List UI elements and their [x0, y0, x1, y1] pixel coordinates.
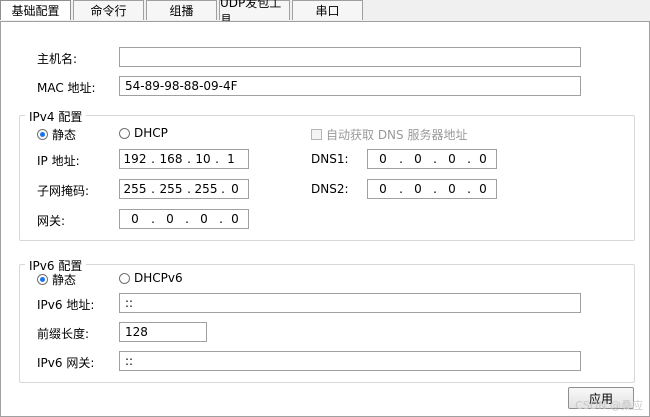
gw-octet-2: 0: [166, 212, 174, 226]
subnet-mask-label: 子网掩码:: [37, 184, 90, 198]
ip-octet-1: 192: [123, 152, 147, 166]
ipv4-legend: IPv4 配置: [25, 108, 87, 125]
ipv4-dhcp-radio[interactable]: DHCP: [119, 126, 168, 140]
dns1-input[interactable]: 0. 0. 0. 0: [367, 149, 497, 169]
ip-octet-2: 168: [159, 152, 183, 166]
ipv6-dhcp-radio[interactable]: DHCPv6: [119, 271, 183, 285]
hostname-input[interactable]: [119, 47, 581, 67]
ipv6-gateway-label: IPv6 网关:: [37, 356, 95, 370]
dns1-octet-3: 0: [448, 152, 456, 166]
ipv6-static-label: 静态: [52, 273, 77, 287]
ip-address-input[interactable]: 192. 168. 10. 1: [119, 149, 249, 169]
auto-dns-checkbox[interactable]: 自动获取 DNS 服务器地址: [311, 126, 467, 143]
tab-multicast[interactable]: 组播: [146, 0, 217, 20]
ipv6-gateway-input[interactable]: ::: [119, 351, 581, 371]
ip-octet-4: 1: [227, 152, 235, 166]
radio-selected-icon: [37, 274, 48, 285]
radio-unselected-icon: [119, 127, 130, 139]
radio-selected-icon: [37, 129, 48, 140]
mac-label: MAC 地址:: [37, 81, 96, 95]
ipv4-static-radio[interactable]: 静态: [37, 126, 76, 143]
hostname-label: 主机名:: [37, 52, 78, 66]
tab-serial-port[interactable]: 串口: [292, 0, 363, 20]
dns1-octet-1: 0: [379, 152, 387, 166]
ipv6-static-radio[interactable]: 静态: [37, 271, 76, 288]
ipv6-address-label: IPv6 地址:: [37, 298, 95, 312]
subnet-mask-input[interactable]: 255. 255. 255. 0: [119, 179, 249, 199]
ip-address-label: IP 地址:: [37, 154, 80, 168]
gateway-input[interactable]: 0. 0. 0. 0: [119, 209, 249, 229]
dns1-octet-4: 0: [479, 152, 487, 166]
mac-address-field[interactable]: 54-89-98-88-09-4F: [119, 76, 581, 96]
gw-octet-1: 0: [131, 212, 139, 226]
prefix-length-label: 前缀长度:: [37, 327, 90, 341]
ipv6-address-input[interactable]: ::: [119, 293, 581, 313]
ipv4-dhcp-label: DHCP: [134, 126, 168, 140]
dns1-label: DNS1:: [311, 152, 349, 166]
tab-command-line[interactable]: 命令行: [73, 0, 144, 20]
gw-octet-3: 0: [200, 212, 208, 226]
watermark-text: CSDN @桑应: [575, 399, 643, 412]
ipv6-dhcp-label: DHCPv6: [134, 271, 183, 285]
mask-octet-3: 255: [194, 182, 218, 196]
tab-basic-config[interactable]: 基础配置: [0, 0, 71, 20]
dns2-octet-3: 0: [448, 182, 456, 196]
gw-octet-4: 0: [231, 212, 239, 226]
gateway-label: 网关:: [37, 214, 66, 228]
dns1-octet-2: 0: [414, 152, 422, 166]
dns2-label: DNS2:: [311, 182, 349, 196]
prefix-length-input[interactable]: 128: [119, 322, 207, 342]
tab-bar: 基础配置 命令行 组播 UDP发包工具 串口: [0, 0, 650, 27]
config-panel: 主机名: MAC 地址: 54-89-98-88-09-4F IPv4 配置 静…: [0, 21, 650, 417]
auto-dns-label: 自动获取 DNS 服务器地址: [326, 128, 468, 142]
dns2-octet-2: 0: [414, 182, 422, 196]
ip-octet-3: 10: [195, 152, 211, 166]
dns2-octet-4: 0: [479, 182, 487, 196]
mask-octet-1: 255: [123, 182, 147, 196]
checkbox-icon: [311, 129, 322, 140]
dns2-input[interactable]: 0. 0. 0. 0: [367, 179, 497, 199]
mask-octet-4: 0: [231, 182, 239, 196]
radio-unselected-icon: [119, 272, 130, 284]
tab-udp-tool[interactable]: UDP发包工具: [219, 0, 290, 27]
dns2-octet-1: 0: [379, 182, 387, 196]
mask-octet-2: 255: [159, 182, 183, 196]
ipv4-static-label: 静态: [52, 128, 77, 142]
